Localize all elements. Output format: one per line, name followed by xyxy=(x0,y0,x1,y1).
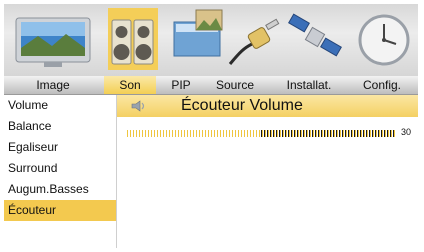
speaker-icon[interactable] xyxy=(108,8,158,70)
menu-item-balance[interactable]: Balance xyxy=(4,116,116,137)
category-tab-bar: Image Son PIP Source Installat. Config. xyxy=(4,76,418,95)
panel-title: Écouteur Volume xyxy=(181,97,303,114)
tv-icon[interactable] xyxy=(14,8,92,70)
slider-value: 30 xyxy=(401,127,412,137)
clock-icon[interactable] xyxy=(350,8,412,70)
menu-item-volume[interactable]: Volume xyxy=(4,95,116,116)
slider-fill xyxy=(261,130,395,137)
speaker-icon xyxy=(131,100,145,112)
panel-header: Écouteur Volume xyxy=(117,95,418,117)
settings-panel: Écouteur Volume 30 xyxy=(117,95,418,248)
tab-pip[interactable]: PIP xyxy=(162,76,200,94)
menu-item-augum-basses[interactable]: Augum.Basses xyxy=(4,179,116,200)
sound-settings-menu: Volume Balance Egaliseur Surround Augum.… xyxy=(4,95,117,248)
tab-source[interactable]: Source xyxy=(204,76,266,94)
menu-item-ecouteur[interactable]: Écouteur xyxy=(4,200,116,221)
pip-icon[interactable] xyxy=(172,8,224,70)
satellite-icon[interactable] xyxy=(288,8,346,70)
osd-menu: Image Son PIP Source Installat. Config. … xyxy=(4,4,418,248)
category-icon-bar xyxy=(4,4,418,76)
menu-item-egaliseur[interactable]: Egaliseur xyxy=(4,137,116,158)
plug-icon[interactable] xyxy=(226,8,282,70)
tab-son[interactable]: Son xyxy=(104,76,156,94)
tab-image[interactable]: Image xyxy=(8,76,98,94)
tab-installat[interactable]: Installat. xyxy=(272,76,346,94)
menu-item-surround[interactable]: Surround xyxy=(4,158,116,179)
tab-config[interactable]: Config. xyxy=(350,76,414,94)
headphone-volume-slider[interactable] xyxy=(127,130,395,137)
